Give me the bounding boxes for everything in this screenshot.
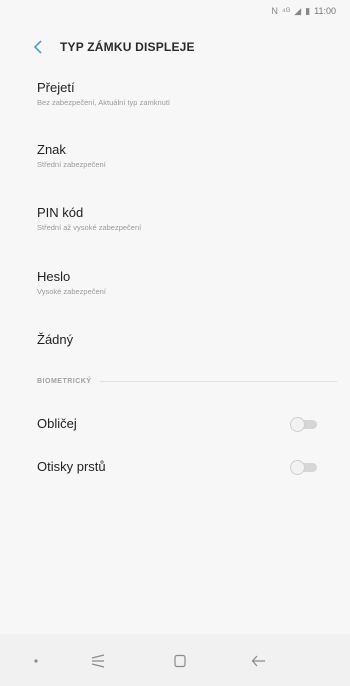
option-password[interactable]: Heslo Vysoké zabezpečení — [0, 269, 350, 298]
section-label: BIOMETRICKÝ — [37, 378, 92, 385]
status-time: 11:00 — [314, 6, 336, 16]
face-toggle[interactable] — [288, 417, 320, 432]
section-biometrics-header: BIOMETRICKÝ — [37, 378, 337, 385]
dot-button[interactable] — [24, 652, 48, 670]
lte-icon: ⁴ᴳ — [281, 6, 291, 16]
battery-icon: ▮ — [305, 5, 311, 16]
header: TYP ZÁMKU DISPLEJE — [0, 34, 350, 60]
option-title: Obličej — [37, 416, 77, 431]
navigation-bar — [0, 634, 350, 686]
option-subtitle: Vysoké zabezpečení — [37, 287, 106, 296]
page-title: TYP ZÁMKU DISPLEJE — [60, 40, 195, 54]
fingerprints-toggle[interactable] — [288, 460, 320, 475]
option-pattern[interactable]: Znak Střední zabezpečení — [0, 142, 350, 171]
option-face[interactable]: Obličej — [0, 412, 350, 436]
option-title: Otisky prstů — [37, 459, 106, 474]
recent-apps-button[interactable] — [86, 652, 110, 670]
back-button[interactable] — [28, 36, 50, 58]
option-pin[interactable]: PIN kód Střední až vysoké zabezpečení — [0, 205, 350, 234]
status-bar: N ⁴ᴳ ◢ ▮ 11:00 — [0, 0, 350, 22]
signal-icon: ◢ — [294, 5, 302, 16]
nfc-icon: N — [271, 6, 278, 16]
option-swipe[interactable]: Přejetí Bez zabezpečení, Aktuální typ za… — [0, 80, 350, 109]
option-fingerprints[interactable]: Otisky prstů — [0, 455, 350, 479]
option-title: Znak — [37, 142, 66, 157]
back-arrow-icon — [251, 655, 265, 667]
option-subtitle: Střední až vysoké zabezpečení — [37, 223, 142, 232]
option-title: PIN kód — [37, 205, 84, 220]
toggle-knob — [290, 460, 305, 475]
home-icon — [174, 654, 186, 668]
recent-apps-icon — [91, 654, 105, 668]
option-title: Žádný — [37, 332, 74, 347]
option-subtitle: Bez zabezpečení, Aktuální typ zamknutí — [37, 98, 170, 107]
home-button[interactable] — [168, 652, 192, 670]
section-divider — [99, 381, 337, 382]
option-none[interactable]: Žádný — [0, 332, 350, 348]
dot-icon — [34, 659, 38, 663]
option-title: Přejetí — [37, 80, 75, 95]
option-subtitle: Střední zabezpečení — [37, 160, 106, 169]
toggle-knob — [290, 417, 305, 432]
back-nav-button[interactable] — [247, 652, 271, 670]
option-title: Heslo — [37, 269, 71, 284]
chevron-left-icon — [33, 40, 42, 54]
